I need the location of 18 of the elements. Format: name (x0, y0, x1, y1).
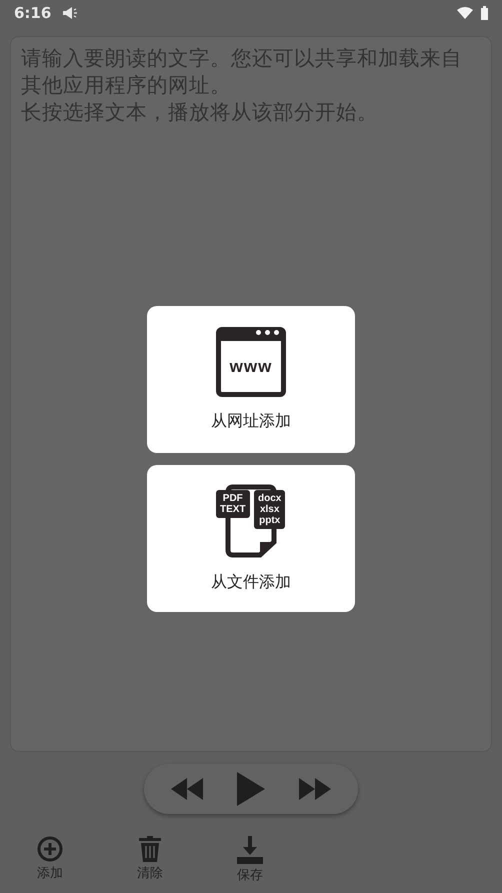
wifi-icon (457, 7, 473, 19)
add-option-card[interactable]: PDF TEXT docx xlsx pptx 从文件添加 (147, 465, 355, 612)
rewind-icon (171, 778, 203, 800)
icon-label: PDF TEXT (216, 490, 250, 518)
megaphone-icon (63, 7, 78, 19)
toolbar-button[interactable]: 添加 (0, 836, 100, 884)
battery-icon (481, 6, 488, 20)
add-circle-icon (37, 836, 63, 862)
toolbar-button[interactable]: 清除 (100, 836, 200, 884)
download-icon (237, 836, 263, 864)
play-icon (237, 772, 265, 806)
icon-label: docx xlsx pptx (254, 490, 286, 529)
trash-icon (139, 836, 161, 862)
fast-forward-icon (299, 778, 331, 800)
icon-label: www (230, 356, 272, 376)
add-option-card[interactable]: www 从网址添加 (147, 306, 355, 453)
toolbar-button[interactable]: 保存 (200, 836, 300, 884)
status-time: 6:16 (14, 4, 52, 22)
